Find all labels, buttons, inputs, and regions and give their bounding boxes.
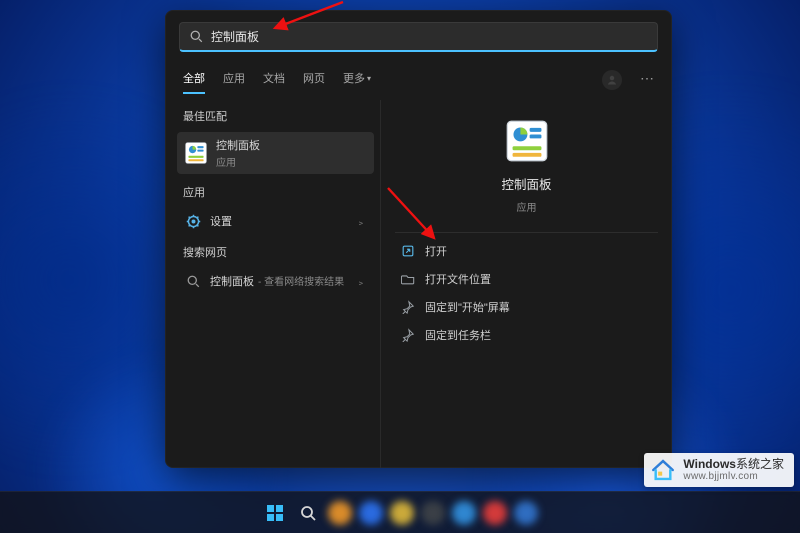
taskbar-pinned-app[interactable] xyxy=(390,501,414,525)
taskbar-pinned-app[interactable] xyxy=(421,501,445,525)
tab-apps[interactable]: 应用 xyxy=(223,66,245,94)
taskbar-pinned-app[interactable] xyxy=(452,501,476,525)
start-button[interactable] xyxy=(262,500,288,526)
taskbar-pinned-app[interactable] xyxy=(328,501,352,525)
action-open[interactable]: 打开 xyxy=(395,237,658,265)
watermark-title: Windows系统之家 xyxy=(683,458,784,471)
result-title: 设置 xyxy=(210,213,232,229)
result-subtitle: 应用 xyxy=(216,154,260,169)
tab-web[interactable]: 网页 xyxy=(303,66,325,94)
watermark-url: www.bjjmlv.com xyxy=(683,471,784,482)
search-icon xyxy=(190,30,203,43)
search-field[interactable] xyxy=(179,22,658,52)
action-label: 打开文件位置 xyxy=(425,271,491,287)
result-title: 控制面板 xyxy=(216,137,260,153)
taskbar-pinned-app[interactable] xyxy=(483,501,507,525)
detail-pane: 控制面板 应用 打开 打开文件位置 固定到"开始"屏幕 xyxy=(380,100,672,468)
pin-icon xyxy=(401,328,415,342)
action-label: 打开 xyxy=(425,243,447,259)
result-web-search[interactable]: 控制面板 - 查看网络搜索结果 ﹥ xyxy=(177,268,374,294)
search-input[interactable] xyxy=(211,30,647,44)
detail-subtitle: 应用 xyxy=(517,199,537,214)
tab-more[interactable]: 更多▾ xyxy=(343,66,369,94)
folder-icon xyxy=(401,272,415,286)
pin-icon xyxy=(401,300,415,314)
result-control-panel[interactable]: 控制面板 应用 xyxy=(177,132,374,174)
chevron-right-icon: ﹥ xyxy=(356,214,366,229)
taskbar-pinned-app[interactable] xyxy=(514,501,538,525)
tab-all[interactable]: 全部 xyxy=(183,66,205,94)
action-pin-start[interactable]: 固定到"开始"屏幕 xyxy=(395,293,658,321)
taskbar-search-button[interactable] xyxy=(295,500,321,526)
search-icon xyxy=(185,273,201,289)
detail-title: 控制面板 xyxy=(501,174,551,193)
overflow-button[interactable]: ⋯ xyxy=(640,71,654,89)
action-label: 固定到任务栏 xyxy=(425,327,491,343)
control-panel-icon xyxy=(506,120,548,162)
chevron-right-icon: ﹥ xyxy=(356,274,366,289)
result-subtitle: - 查看网络搜索结果 xyxy=(258,273,344,288)
result-settings[interactable]: 设置 ﹥ xyxy=(177,208,374,234)
watermark: Windows系统之家 www.bjjmlv.com xyxy=(644,453,794,487)
taskbar xyxy=(0,491,800,533)
open-icon xyxy=(401,244,415,258)
filter-tabs: 全部 应用 文档 网页 更多▾ ⋯ xyxy=(165,60,672,94)
gear-icon xyxy=(185,213,201,229)
section-web: 搜索网页 xyxy=(177,238,374,264)
taskbar-pinned-app[interactable] xyxy=(359,501,383,525)
tab-docs[interactable]: 文档 xyxy=(263,66,285,94)
control-panel-icon xyxy=(185,142,207,164)
house-icon xyxy=(650,457,676,483)
action-open-location[interactable]: 打开文件位置 xyxy=(395,265,658,293)
action-label: 固定到"开始"屏幕 xyxy=(425,299,510,315)
section-apps: 应用 xyxy=(177,178,374,204)
search-panel: 全部 应用 文档 网页 更多▾ ⋯ 最佳匹配 xyxy=(165,10,672,468)
results-column: 最佳匹配 控制面板 应用 xyxy=(165,94,380,468)
section-best-match: 最佳匹配 xyxy=(177,102,374,128)
action-pin-taskbar[interactable]: 固定到任务栏 xyxy=(395,321,658,349)
result-title: 控制面板 xyxy=(210,273,254,289)
account-avatar[interactable] xyxy=(602,70,622,90)
